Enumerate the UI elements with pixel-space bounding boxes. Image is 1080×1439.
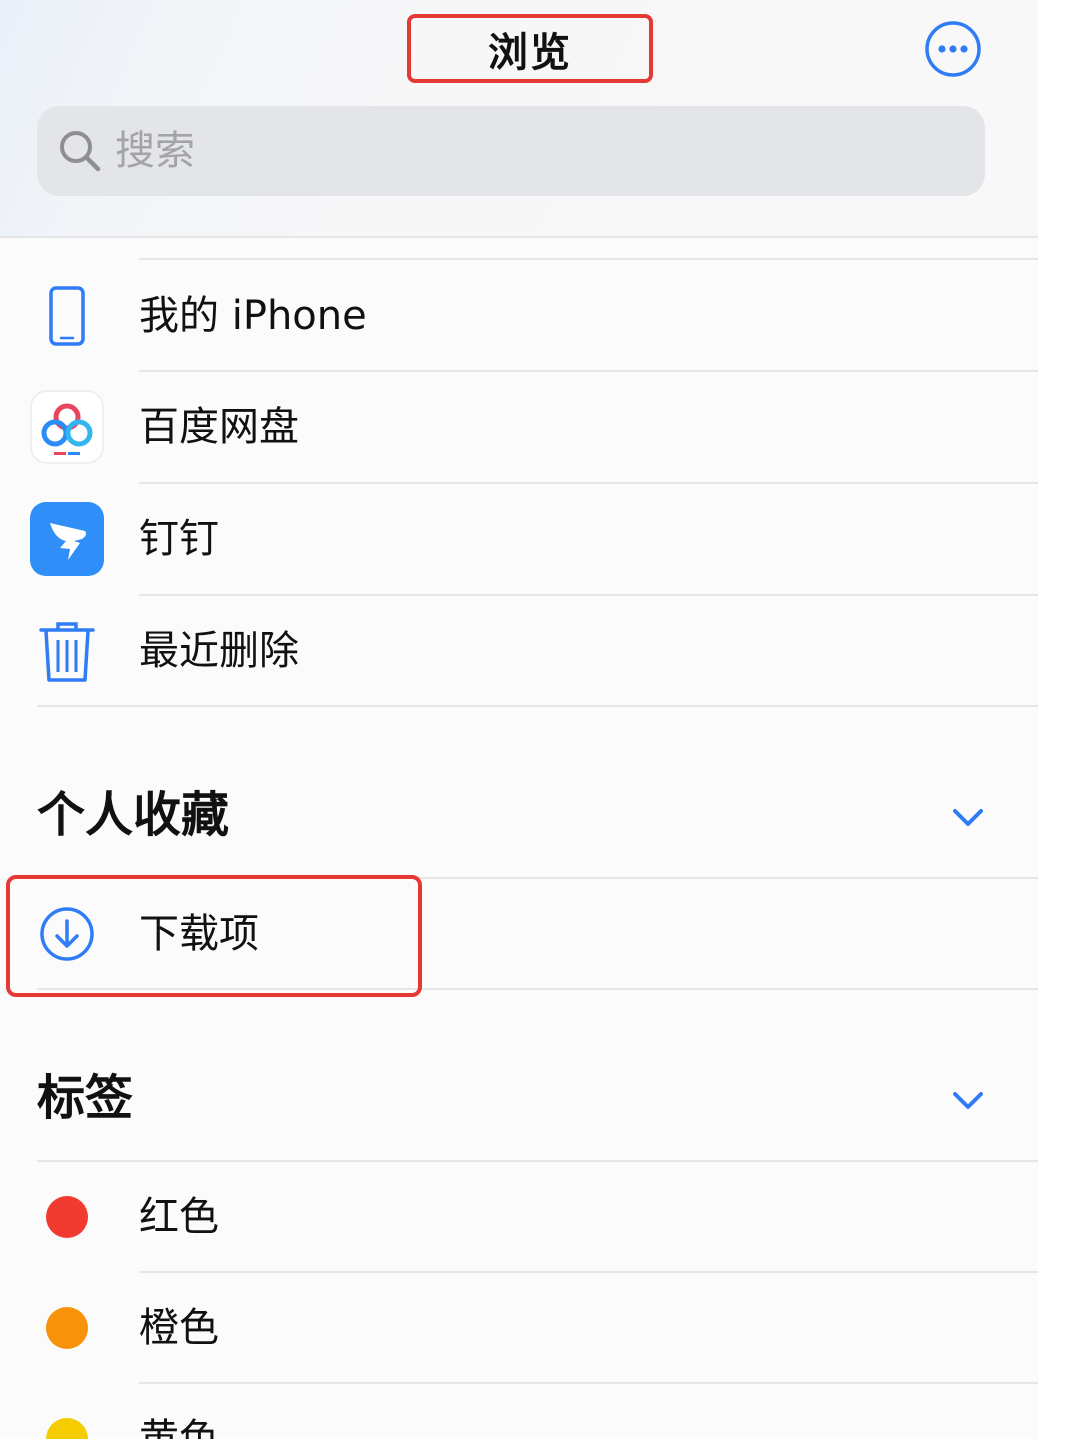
chevron-down-icon[interactable]	[946, 795, 990, 839]
tag-item-yellow[interactable]: 黄色	[0, 1384, 1038, 1439]
chevron-down-icon[interactable]	[946, 1078, 990, 1122]
tags-section-header[interactable]: 标签	[0, 1048, 1038, 1148]
list-item-recently-deleted[interactable]: 最近删除	[0, 596, 1038, 707]
ellipsis-circle-icon	[925, 21, 981, 77]
list-item-label: 最近删除	[139, 628, 299, 674]
list-item-label: 黄色	[139, 1416, 219, 1439]
search-input[interactable]: 搜索	[37, 106, 985, 196]
title-highlight-box: 浏览	[407, 14, 653, 83]
section-title: 标签	[37, 1070, 134, 1126]
page-title: 浏览	[488, 29, 572, 76]
list-item-label: 橙色	[139, 1305, 219, 1351]
section-title: 个人收藏	[37, 787, 230, 843]
trash-icon	[39, 622, 95, 682]
navigation-header: 浏览 搜索	[0, 0, 1038, 238]
dingtalk-icon	[30, 502, 104, 576]
tag-color-dot	[46, 1196, 88, 1238]
iphone-icon	[49, 286, 85, 346]
favorites-section-header[interactable]: 个人收藏	[0, 765, 1038, 865]
search-icon	[60, 131, 101, 172]
tag-color-dot	[46, 1307, 88, 1349]
files-browse-screen: 浏览 搜索 我的 iPhone 百度网盘 钉钉 最近删除 个人收藏 下载项 标签…	[0, 0, 1038, 1439]
list-item-label: 红色	[139, 1194, 219, 1240]
tag-item-orange[interactable]: 橙色	[0, 1273, 1038, 1384]
list-item-label: 百度网盘	[139, 404, 299, 450]
tag-color-dot	[46, 1418, 88, 1439]
list-item-baidu-netdisk[interactable]: 百度网盘	[0, 372, 1038, 483]
baidu-netdisk-icon	[30, 390, 104, 464]
right-gutter	[1038, 0, 1080, 1439]
section-separator	[37, 705, 1038, 707]
search-placeholder: 搜索	[115, 128, 195, 174]
list-item-dingtalk[interactable]: 钉钉	[0, 484, 1038, 595]
list-item-label: 我的 iPhone	[139, 293, 367, 339]
more-options-button[interactable]	[924, 20, 982, 78]
tag-item-red[interactable]: 红色	[0, 1162, 1038, 1273]
list-item-my-iphone[interactable]: 我的 iPhone	[0, 261, 1038, 372]
downloads-highlight-box	[6, 875, 422, 997]
list-item-label: 钉钉	[139, 516, 219, 562]
row-separator	[139, 258, 1038, 260]
